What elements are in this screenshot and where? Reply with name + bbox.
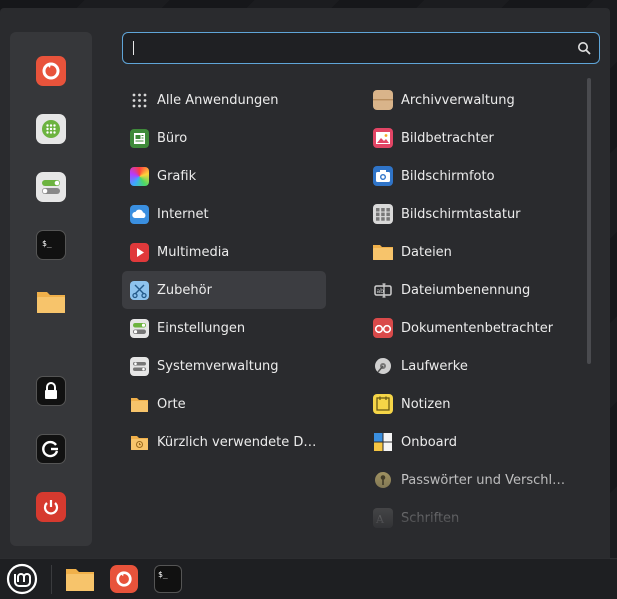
app-files[interactable]: Dateien bbox=[367, 233, 582, 271]
category-label: Alle Anwendungen bbox=[157, 92, 279, 108]
app-onboard[interactable]: Onboard bbox=[367, 423, 582, 461]
keyboard-icon bbox=[373, 204, 393, 224]
category-office[interactable]: Büro bbox=[122, 119, 326, 157]
camera-icon bbox=[373, 166, 393, 186]
software-manager-icon[interactable] bbox=[36, 114, 66, 144]
category-label: Internet bbox=[157, 206, 209, 222]
lock-icon[interactable] bbox=[36, 376, 66, 406]
category-settings[interactable]: Einstellungen bbox=[122, 309, 326, 347]
app-label: Passwörter und Verschlüsselung bbox=[401, 472, 571, 488]
mint-menu-button[interactable] bbox=[4, 563, 40, 595]
office-icon bbox=[130, 128, 149, 148]
graphics-icon bbox=[130, 166, 149, 186]
category-all-applications[interactable]: Alle Anwendungen bbox=[122, 81, 326, 119]
recent-folder-icon bbox=[130, 433, 149, 452]
svg-text:ab: ab bbox=[377, 288, 385, 295]
app-list-scrollbar[interactable] bbox=[587, 78, 591, 364]
app-screenshot[interactable]: Bildschirmfoto bbox=[367, 157, 582, 195]
app-bulk-rename[interactable]: ab Dateiumbenennung bbox=[367, 271, 582, 309]
category-label: Büro bbox=[157, 130, 188, 146]
category-accessories[interactable]: Zubehör bbox=[122, 271, 326, 309]
terminal-icon: $_ bbox=[154, 565, 182, 593]
text-cursor bbox=[133, 41, 134, 55]
system-icon bbox=[130, 356, 149, 376]
category-multimedia[interactable]: Multimedia bbox=[122, 233, 326, 271]
glasses-icon bbox=[373, 318, 393, 338]
app-document-viewer[interactable]: Dokumentenbetrachter bbox=[367, 309, 582, 347]
app-label: Dateien bbox=[401, 244, 452, 260]
app-label: Dateiumbenennung bbox=[401, 282, 531, 298]
rename-icon: ab bbox=[373, 280, 393, 300]
firefox-icon bbox=[110, 565, 138, 593]
logout-icon[interactable] bbox=[36, 434, 66, 464]
taskbar: $_ bbox=[0, 558, 617, 599]
fonts-icon: A bbox=[373, 508, 393, 528]
terminal-icon[interactable]: $_ bbox=[36, 230, 66, 260]
shutdown-icon[interactable] bbox=[36, 492, 66, 522]
disk-icon bbox=[373, 356, 393, 376]
category-label: Zubehör bbox=[157, 282, 212, 298]
app-label: Onboard bbox=[401, 434, 458, 450]
note-icon bbox=[373, 394, 393, 414]
key-icon bbox=[373, 470, 393, 490]
category-label: Systemverwaltung bbox=[157, 358, 279, 374]
scissors-icon bbox=[130, 280, 149, 300]
app-fonts[interactable]: A Schriften bbox=[367, 499, 582, 531]
svg-text:$_: $_ bbox=[42, 239, 52, 248]
svg-text:A: A bbox=[375, 513, 385, 526]
app-label: Notizen bbox=[401, 396, 451, 412]
category-label: Orte bbox=[157, 396, 186, 412]
taskbar-terminal-button[interactable]: $_ bbox=[153, 564, 183, 594]
category-places[interactable]: Orte bbox=[122, 385, 326, 423]
app-label: Bildschirmtastatur bbox=[401, 206, 521, 222]
mint-logo-icon bbox=[6, 563, 38, 595]
category-graphics[interactable]: Grafik bbox=[122, 157, 326, 195]
app-notes[interactable]: Notizen bbox=[367, 385, 582, 423]
category-list: Alle Anwendungen Büro Grafik Internet Mu… bbox=[122, 81, 326, 461]
taskbar-firefox-button[interactable] bbox=[109, 564, 139, 594]
image-viewer-icon bbox=[373, 128, 393, 148]
system-settings-icon[interactable] bbox=[36, 172, 66, 202]
svg-text:$_: $_ bbox=[158, 570, 168, 579]
app-image-viewer[interactable]: Bildbetrachter bbox=[367, 119, 582, 157]
category-label: Einstellungen bbox=[157, 320, 246, 336]
toggles-icon bbox=[130, 318, 149, 338]
archive-icon bbox=[373, 90, 393, 110]
favorites-sidebar: $_ bbox=[10, 32, 92, 546]
folder-icon bbox=[373, 242, 393, 262]
cloud-icon bbox=[130, 204, 149, 224]
taskbar-files-button[interactable] bbox=[64, 564, 96, 594]
app-archive-manager[interactable]: Archivverwaltung bbox=[367, 81, 582, 119]
category-recent-files[interactable]: Kürzlich verwendete Dateien bbox=[122, 423, 326, 461]
folder-icon bbox=[66, 569, 94, 591]
app-label: Bildschirmfoto bbox=[401, 168, 495, 184]
app-label: Archivverwaltung bbox=[401, 92, 515, 108]
onboard-icon bbox=[373, 432, 393, 452]
category-internet[interactable]: Internet bbox=[122, 195, 326, 233]
play-icon bbox=[130, 242, 149, 262]
folder-icon[interactable] bbox=[36, 288, 66, 314]
app-label: Schriften bbox=[401, 510, 460, 526]
taskbar-separator bbox=[51, 565, 52, 594]
search-icon bbox=[578, 42, 591, 55]
grid-icon bbox=[130, 91, 149, 110]
category-label: Grafik bbox=[157, 168, 197, 184]
application-list: Archivverwaltung Bildbetrachter Bildschi… bbox=[367, 81, 582, 531]
folder-icon bbox=[130, 395, 149, 414]
app-onscreen-keyboard[interactable]: Bildschirmtastatur bbox=[367, 195, 582, 233]
search-input[interactable] bbox=[133, 33, 573, 63]
app-label: Dokumentenbetrachter bbox=[401, 320, 554, 336]
category-label: Kürzlich verwendete Dateien bbox=[157, 434, 322, 450]
category-label: Multimedia bbox=[157, 244, 230, 260]
firefox-icon[interactable] bbox=[36, 56, 66, 86]
app-label: Bildbetrachter bbox=[401, 130, 494, 146]
category-system-administration[interactable]: Systemverwaltung bbox=[122, 347, 326, 385]
app-label: Laufwerke bbox=[401, 358, 468, 374]
search-box[interactable] bbox=[122, 32, 600, 64]
app-disks[interactable]: Laufwerke bbox=[367, 347, 582, 385]
app-passwords-and-keys[interactable]: Passwörter und Verschlüsselung bbox=[367, 461, 582, 499]
application-menu: $_ Alle Anwendungen Büro Grafik Internet… bbox=[0, 8, 610, 558]
